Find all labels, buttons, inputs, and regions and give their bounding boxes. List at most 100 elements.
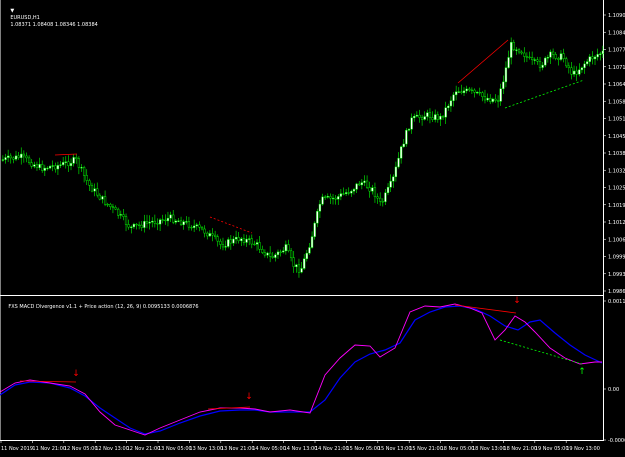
candle-body [386, 187, 390, 193]
candle-body [297, 264, 301, 273]
candle-body [478, 92, 481, 94]
indicator-label: -0.000660 [608, 438, 625, 444]
candle-body [557, 58, 560, 60]
candle-body [208, 233, 212, 237]
candle-body [46, 167, 49, 170]
candle-body [473, 89, 476, 93]
time-label: 13 Nov 05:00 [158, 446, 192, 452]
candle-body [331, 197, 335, 200]
candle-body [447, 105, 450, 109]
candle-body [536, 59, 539, 62]
candle-body [190, 226, 193, 229]
candle-body [122, 214, 125, 217]
candle-body [572, 70, 576, 75]
time-label: 18 Nov 21:00 [503, 446, 537, 452]
candle-body [145, 221, 149, 224]
candle-body [127, 224, 130, 228]
indicator-title: FXS MACD Divergence v1.1 + Price action … [8, 304, 199, 310]
candle-body [143, 221, 146, 228]
price-label: 1.10320 [608, 168, 625, 174]
candle-body [211, 233, 214, 236]
time-label: 12 Nov 13:00 [95, 446, 129, 452]
candle-body [179, 220, 183, 225]
price-label: 1.10255 [608, 186, 625, 192]
candle-body [98, 194, 101, 200]
time-label: 14 Nov 13:00 [284, 446, 318, 452]
candle-body [308, 247, 311, 254]
symbol-label: EURUSD,H1 [10, 15, 40, 21]
candle-body [347, 192, 350, 194]
candle-body [339, 193, 343, 197]
candle-body [365, 180, 369, 188]
time-label: 11 Nov 21:00 [32, 446, 66, 452]
candle-body [261, 249, 264, 253]
chart-canvas[interactable]: 1.10905 1.10840 1.10775 1.10710 1.10640 1.105… [0, 0, 625, 453]
candle-body [596, 54, 599, 58]
candle-body [90, 185, 94, 192]
candle-body [546, 57, 549, 59]
candle-body [245, 238, 248, 243]
price-label: 1.10060 [608, 237, 625, 243]
candle-body [588, 56, 591, 62]
candle-body [7, 155, 10, 158]
candle-body [289, 250, 293, 258]
candle-body [151, 220, 154, 223]
candle-body [520, 51, 523, 54]
candle-body [114, 207, 117, 210]
candle-body [499, 88, 502, 102]
candle-body [54, 165, 57, 170]
candle-body [303, 258, 306, 269]
symbol-menu-icon[interactable]: ▼ [10, 8, 14, 14]
candle-body [51, 165, 54, 167]
time-label: 11 Nov 2019 [1, 446, 33, 452]
time-label: 18 Nov 13:00 [472, 446, 506, 452]
candle-body [310, 236, 314, 248]
candle-body [400, 146, 403, 159]
mt4-chart-window[interactable]: 1.10905 1.10840 1.10775 1.10710 1.10640 1.105… [0, 0, 625, 453]
candle-body [465, 88, 468, 92]
candle-body [554, 54, 557, 59]
candle-body [9, 155, 12, 159]
price-label: 1.10450 [608, 134, 625, 140]
ohlc-values: 1.08371 1.08408 1.08346 1.08384 [10, 22, 98, 28]
candle-body [161, 219, 164, 221]
candle-body [575, 70, 578, 75]
candle-body [342, 193, 345, 195]
candle-body [219, 240, 222, 245]
candle-body [14, 155, 18, 160]
candle-body [206, 232, 209, 237]
price-label: 1.10125 [608, 220, 625, 226]
candle-body [22, 153, 25, 157]
candle-body [515, 49, 518, 51]
candle-body [25, 155, 28, 159]
candle-body [124, 216, 128, 225]
candle-body [103, 196, 107, 205]
candle-body [601, 50, 605, 55]
time-label: 13 Nov 21:00 [221, 446, 255, 452]
candle-body [549, 51, 552, 58]
candle-body [138, 224, 141, 226]
candle-body [363, 180, 366, 183]
candle-body [240, 238, 243, 242]
candle-body [337, 196, 340, 200]
candle-body [111, 206, 115, 208]
candle-body [41, 164, 44, 171]
candle-body [439, 115, 442, 120]
candle-body [531, 57, 534, 61]
indicator-header: FXS MACD Divergence v1.1 + Price action … [2, 297, 199, 318]
time-label: 19 Nov 13:00 [566, 446, 600, 452]
candle-body [486, 98, 489, 101]
sell-arrow-icon: ↓ [513, 296, 521, 306]
candle-body [379, 197, 382, 202]
candle-body [355, 183, 358, 190]
candle-body [551, 51, 555, 55]
candle-body [195, 224, 198, 227]
candle-body [250, 238, 253, 245]
candle-body [300, 268, 303, 273]
candle-body [109, 204, 112, 207]
candle-body [538, 61, 542, 68]
candle-body [431, 117, 434, 120]
candle-body [434, 114, 437, 120]
candle-body [255, 242, 259, 245]
candle-body [56, 165, 60, 170]
